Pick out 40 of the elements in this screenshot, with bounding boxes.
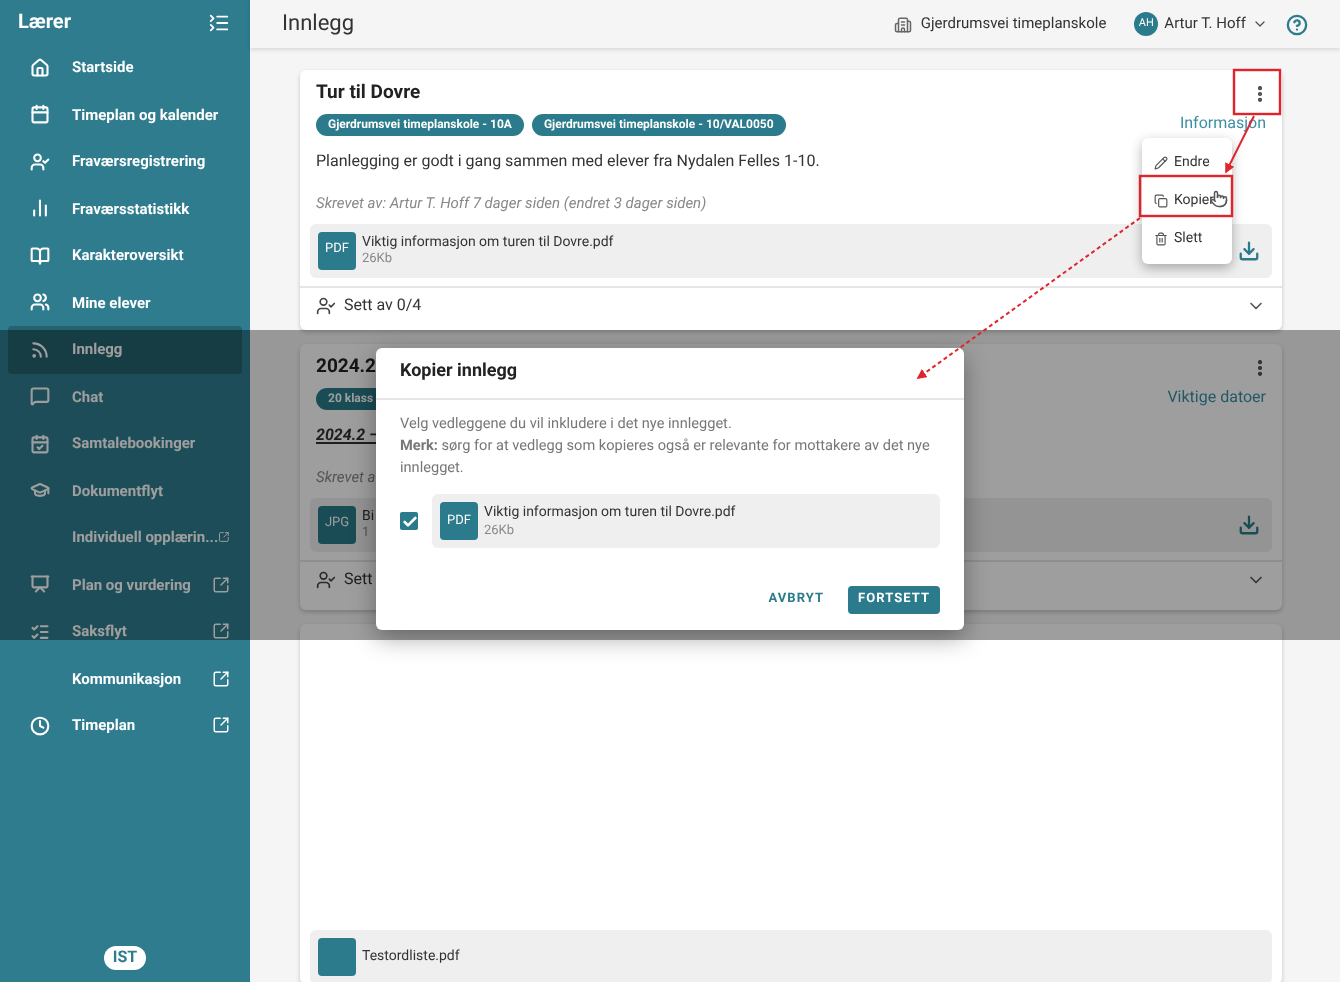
logo: IST [104, 946, 146, 970]
download-icon[interactable] [1238, 239, 1260, 261]
person-check-icon [316, 296, 336, 316]
presentation-icon [30, 574, 50, 595]
building-icon [894, 15, 913, 33]
download-icon[interactable] [1238, 513, 1260, 535]
calendar-icon [30, 433, 50, 454]
file-type-tile [318, 938, 356, 976]
clock-icon [30, 715, 50, 736]
checkbox[interactable] [400, 512, 418, 530]
graduation-cap-icon [30, 480, 50, 501]
copy-icon [1154, 194, 1168, 208]
check-icon [401, 513, 417, 529]
person-check-icon [316, 570, 336, 590]
page-title: Innlegg [282, 7, 357, 40]
house-icon [30, 57, 50, 78]
highlight-frame [1232, 68, 1282, 116]
feed-icon [30, 339, 50, 360]
post-title: Tur til Dovre [316, 80, 421, 108]
help-icon[interactable] [1286, 13, 1308, 35]
bar-chart-icon [30, 198, 50, 219]
dialog-title: Kopier innlegg [400, 359, 518, 386]
seen-count: Sett av 0/4 [344, 294, 422, 318]
caret-icon[interactable] [1252, 16, 1268, 32]
seen-count: Sett [344, 568, 373, 592]
checklist-icon [30, 621, 50, 642]
post-title: 2024.2 [316, 354, 377, 382]
people-icon [30, 292, 50, 313]
menu-collapse-icon[interactable] [208, 11, 230, 33]
person-check-icon [30, 151, 50, 172]
post-body: Planlegging er godt i gang sammen med elever fra Nydalen Felles 1-10. [314, 150, 822, 175]
book-icon [30, 245, 50, 266]
trash-icon [1154, 232, 1168, 246]
hand-cursor-icon [1210, 190, 1228, 208]
chat-bubble-icon [30, 386, 50, 407]
calendar-icon [30, 104, 50, 125]
sidebar-title: Lærer [18, 9, 71, 37]
info-link[interactable]: Viktige datoer [1167, 386, 1266, 411]
highlight-frame [1138, 174, 1234, 218]
pencil-icon [1154, 156, 1168, 170]
